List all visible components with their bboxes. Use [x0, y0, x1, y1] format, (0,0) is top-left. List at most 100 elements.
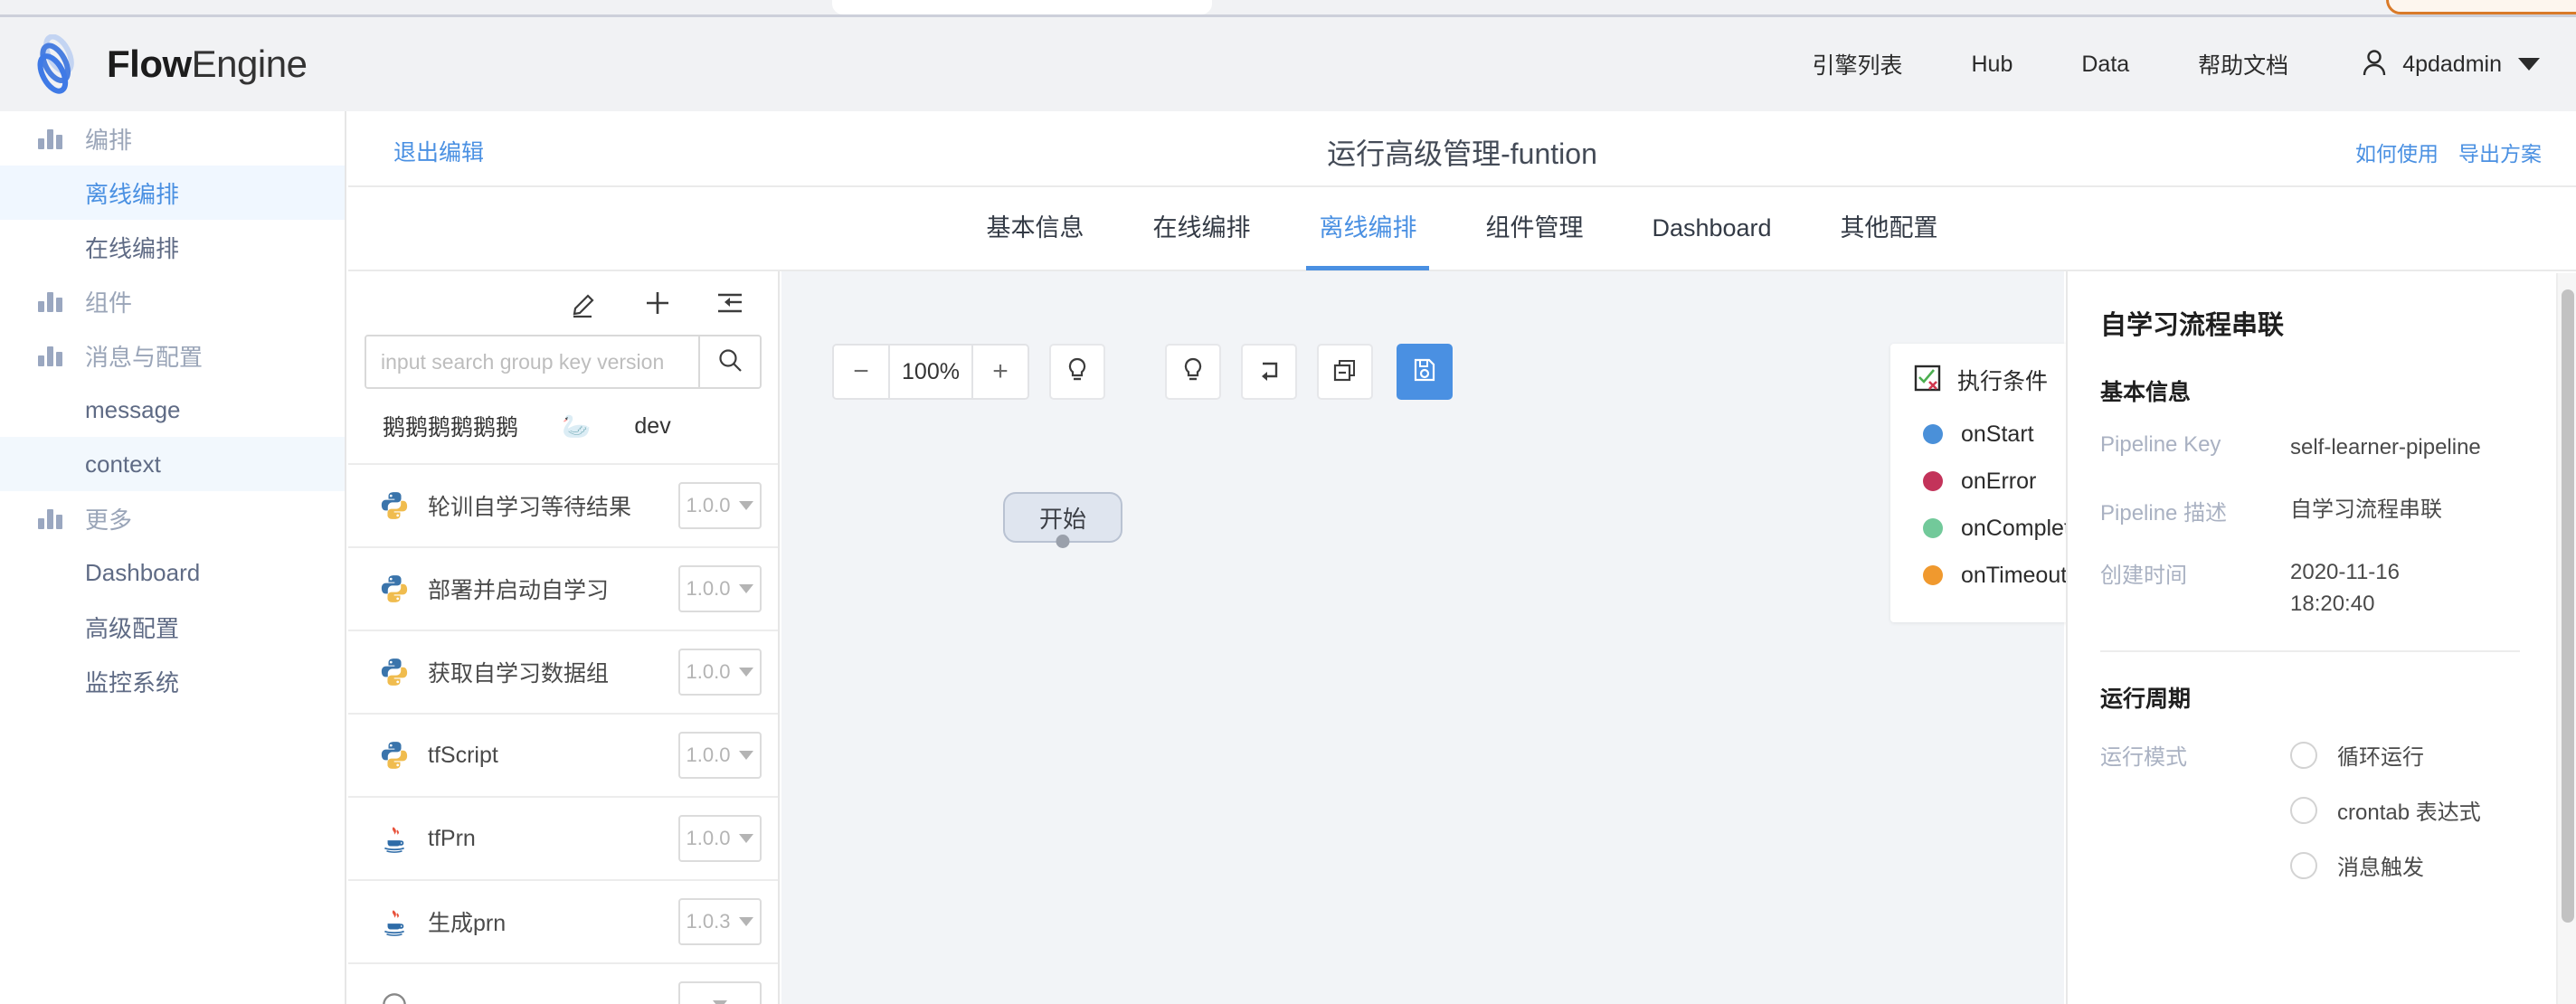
sidebar-item-offline-orchestration[interactable]: 离线编排 — [0, 166, 345, 220]
swan-emoji-icon: 🦢 — [562, 412, 592, 440]
component-name: 获取自学习数据组 — [428, 661, 610, 687]
component-list-item[interactable]: 获取自学习数据组 1.0.0 — [348, 630, 778, 713]
minimize-window-icon — [1331, 355, 1359, 389]
group-env: dev — [634, 412, 671, 439]
hint-toggle-button[interactable] — [1049, 344, 1105, 400]
sidebar-item-online-orchestration[interactable]: 在线编排 — [0, 220, 345, 274]
search-input[interactable] — [366, 336, 698, 387]
component-list-item[interactable]: 部署并启动自学习 1.0.0 — [348, 546, 778, 630]
edit-pencil-icon[interactable] — [570, 288, 601, 318]
component-list-item[interactable]: 生成prn 1.0.3 — [348, 879, 778, 962]
page-scrollbar-thumb[interactable] — [2562, 289, 2574, 923]
field-pipeline-key: Pipeline Key self-learner-pipeline — [2100, 432, 2520, 464]
component-version-select[interactable]: 1.0.0 — [678, 565, 762, 612]
component-version-select[interactable] — [678, 981, 762, 1004]
node-output-port[interactable] — [1056, 535, 1070, 548]
tab-bar: 基本信息 在线编排 离线编排 组件管理 Dashboard 其他配置 — [348, 187, 2576, 271]
brand-logo[interactable]: FlowEngine — [27, 33, 308, 94]
browser-tab-highlighted[interactable] — [2386, 0, 2576, 14]
component-search-row — [365, 335, 762, 389]
tab-other-config[interactable]: 其他配置 — [1806, 186, 1973, 270]
radio-message-trigger[interactable]: 消息触发 — [2290, 849, 2481, 881]
legend-label: onError — [1961, 468, 2037, 494]
radio-circle-icon — [2290, 796, 2317, 824]
component-list-item[interactable]: tfPrn 1.0.0 — [348, 796, 778, 879]
lightbulb-icon — [1179, 355, 1208, 389]
sidebar-item-message[interactable]: message — [0, 383, 345, 437]
plus-icon[interactable] — [642, 288, 673, 318]
page-title: 运行高级管理-funtion — [1327, 137, 1597, 170]
flow-canvas[interactable]: − 100% + 开始 执行条件 onStart onError onCompl… — [781, 271, 2126, 1004]
component-name: 生成prn — [428, 911, 507, 936]
collapse-canvas-button[interactable] — [1317, 344, 1373, 400]
field-label: 创建时间 — [2100, 563, 2187, 588]
component-version-select[interactable]: 1.0.0 — [678, 482, 762, 529]
browser-tab-active[interactable] — [832, 0, 1212, 14]
chevron-down-icon — [713, 1000, 727, 1004]
search-button[interactable] — [698, 336, 760, 387]
sidebar-item-advanced-config[interactable]: 高级配置 — [0, 600, 345, 654]
tips-button[interactable] — [1165, 344, 1221, 400]
user-menu[interactable]: 4pdadmin — [2361, 48, 2540, 81]
tab-dashboard[interactable]: Dashboard — [1617, 186, 1805, 270]
sidebar: 编排 离线编排 在线编排 组件 消息与配置 message context 更多… — [0, 111, 346, 1004]
how-to-use-link[interactable]: 如何使用 — [2355, 137, 2439, 167]
brand-name: FlowEngine — [107, 43, 308, 86]
topnav-item-help-docs[interactable]: 帮助文档 — [2198, 48, 2288, 81]
component-panel: 鹅鹅鹅鹅鹅鹅 🦢 dev 轮训自学习等待结果 1.0.0 — [348, 271, 780, 1004]
collapse-list-icon[interactable] — [715, 288, 745, 318]
basic-info-section-title: 基本信息 — [2100, 380, 2192, 405]
chevron-down-icon — [2518, 58, 2540, 71]
component-list-item[interactable]: 轮训自学习等待结果 1.0.0 — [348, 463, 778, 546]
pipeline-title: 自学习流程串联 — [2100, 311, 2285, 340]
python-icon — [379, 657, 410, 687]
chevron-down-icon — [739, 917, 754, 926]
tab-component-management[interactable]: 组件管理 — [1451, 186, 1617, 270]
tab-online-orchestration[interactable]: 在线编排 — [1118, 186, 1284, 270]
component-version-select[interactable]: 1.0.0 — [678, 732, 762, 779]
sidebar-group-label: 更多 — [85, 506, 133, 534]
radio-loop-run[interactable]: 循环运行 — [2290, 739, 2481, 771]
run-mode-radio-group: 循环运行 crontab 表达式 消息触发 — [2290, 739, 2481, 881]
component-version-value: 1.0.0 — [686, 494, 731, 516]
sidebar-item-dashboard[interactable]: Dashboard — [0, 545, 345, 600]
start-node-label: 开始 — [1038, 505, 1086, 533]
zoom-in-button[interactable]: + — [973, 346, 1028, 398]
field-label: Pipeline 描述 — [2100, 500, 2228, 526]
export-plan-link[interactable]: 导出方案 — [2458, 137, 2542, 167]
undo-button[interactable] — [1241, 344, 1297, 400]
section-divider — [2100, 650, 2520, 653]
radio-circle-icon — [2290, 851, 2317, 879]
component-list-item-partial[interactable] — [348, 962, 778, 1004]
sidebar-item-context[interactable]: context — [0, 437, 345, 491]
chevron-down-icon — [739, 584, 754, 593]
save-button[interactable] — [1397, 344, 1453, 400]
topnav-item-hub[interactable]: Hub — [1971, 52, 2012, 78]
component-version-select[interactable]: 1.0.3 — [678, 898, 762, 945]
radio-crontab[interactable]: crontab 表达式 — [2290, 794, 2481, 826]
brand-name-part1: Flow — [107, 43, 192, 85]
zoom-out-button[interactable]: − — [834, 346, 888, 398]
component-version-select[interactable]: 1.0.0 — [678, 649, 762, 696]
java-icon — [379, 823, 410, 854]
topnav-item-engine-list[interactable]: 引擎列表 — [1812, 48, 1902, 81]
user-name: 4pdadmin — [2402, 51, 2502, 77]
sidebar-group-label: 编排 — [85, 126, 133, 154]
component-group-row[interactable]: 鹅鹅鹅鹅鹅鹅 🦢 dev — [348, 389, 778, 463]
sidebar-item-label: 监控系统 — [85, 668, 180, 696]
bar-chart-icon — [38, 345, 65, 366]
tab-offline-orchestration[interactable]: 离线编排 — [1284, 186, 1451, 270]
component-name: tfPrn — [428, 825, 476, 851]
undo-arrow-icon — [1255, 355, 1283, 389]
start-node[interactable]: 开始 — [1003, 492, 1122, 548]
tab-basic-info[interactable]: 基本信息 — [952, 186, 1118, 270]
top-bar: FlowEngine 引擎列表 Hub Data 帮助文档 4pdadmin — [0, 17, 2576, 111]
sidebar-item-monitoring-system[interactable]: 监控系统 — [0, 654, 345, 708]
sidebar-group-components: 组件 — [0, 274, 345, 328]
sidebar-item-label: context — [85, 450, 161, 478]
component-list-item[interactable]: tfScript 1.0.0 — [348, 713, 778, 796]
topnav-item-data[interactable]: Data — [2081, 52, 2129, 78]
page-scrollbar[interactable] — [2556, 273, 2576, 1004]
component-version-value: 1.0.0 — [686, 577, 731, 600]
component-version-select[interactable]: 1.0.0 — [678, 815, 762, 862]
